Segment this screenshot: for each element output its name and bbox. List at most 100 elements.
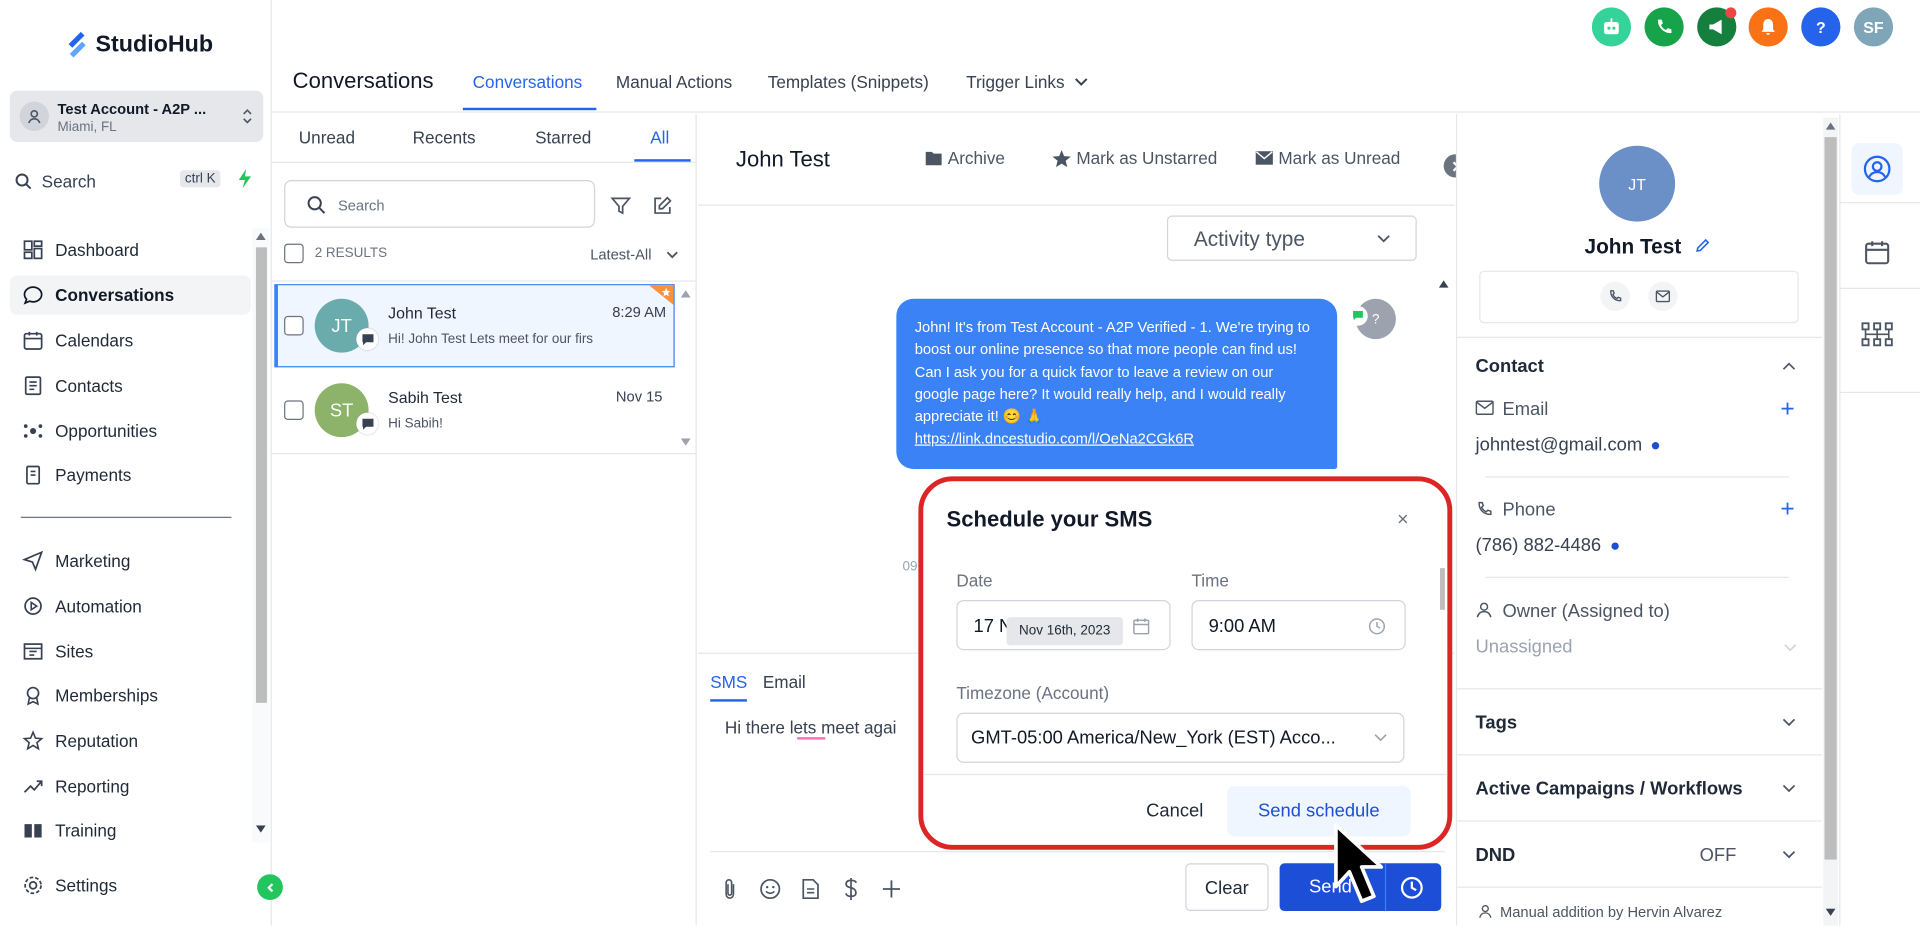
phone-call-button[interactable]	[1644, 7, 1684, 47]
ai-bot-button[interactable]	[1591, 7, 1632, 47]
email-button[interactable]	[1648, 281, 1678, 312]
close-icon[interactable]: ×	[1397, 509, 1408, 531]
sidebar-item-opportunities[interactable]: Opportunities	[10, 411, 251, 450]
clear-button[interactable]: Clear	[1185, 863, 1269, 912]
time-input[interactable]: 9:00 AM	[1191, 600, 1406, 651]
filter-unread[interactable]: Unread	[299, 127, 355, 147]
search-label: Search	[41, 171, 96, 192]
mouse-cursor-icon	[1334, 823, 1384, 904]
add-email-button[interactable]: +	[1780, 397, 1794, 421]
user-avatar[interactable]: SF	[1853, 7, 1894, 47]
dnd-section[interactable]: DND	[1476, 845, 1516, 866]
scroll-up-icon[interactable]	[1438, 280, 1449, 288]
composer-textarea[interactable]: Hi there lets meet agai	[725, 718, 897, 738]
mark-unstarred-label: Mark as Unstarred	[1076, 148, 1218, 168]
owner-select[interactable]: Unassigned	[1476, 637, 1800, 664]
add-phone-button[interactable]: +	[1780, 497, 1794, 521]
tab-manual-actions[interactable]: Manual Actions	[616, 72, 732, 92]
sidebar-item-dashboard[interactable]: Dashboard	[10, 230, 251, 269]
app-logo[interactable]: StudioHub	[64, 29, 213, 61]
phone-value[interactable]: (786) 882-4486	[1476, 535, 1619, 556]
attachment-icon[interactable]	[718, 877, 742, 901]
scroll-up-icon[interactable]	[680, 290, 691, 298]
sidebar-item-reputation[interactable]: Reputation	[10, 721, 251, 760]
sidebar-item-calendars[interactable]: Calendars	[10, 321, 251, 360]
tab-conversations[interactable]: Conversations	[473, 72, 583, 92]
dollar-icon[interactable]	[839, 877, 863, 901]
scroll-up-icon[interactable]	[1825, 122, 1836, 130]
emoji-icon[interactable]	[758, 877, 782, 901]
activity-type-dropdown[interactable]: Activity type	[1166, 215, 1417, 261]
email-value[interactable]: johntest@gmail.com	[1476, 435, 1660, 456]
conversation-checkbox[interactable]	[284, 315, 304, 336]
sidebar-scrollbar[interactable]	[252, 227, 270, 843]
sort-label: Latest-All	[590, 246, 652, 264]
chevron-up-icon[interactable]	[1782, 361, 1797, 371]
chevron-down-icon[interactable]	[1782, 850, 1797, 860]
compose-icon[interactable]	[651, 195, 673, 217]
conversation-search-input[interactable]: Search	[284, 180, 596, 228]
global-search[interactable]: Search ctrl K	[15, 168, 260, 195]
active-filter-indicator	[634, 159, 691, 162]
filter-recents[interactable]: Recents	[413, 127, 476, 147]
tab-templates[interactable]: Templates (Snippets)	[768, 72, 929, 92]
announcements-button[interactable]	[1697, 7, 1737, 47]
composer-tab-sms[interactable]: SMS	[710, 672, 747, 692]
account-switcher[interactable]: Test Account - A2P ... Miami, FL	[9, 90, 264, 143]
filter-icon[interactable]	[610, 195, 632, 217]
schedule-clock-icon[interactable]	[1400, 876, 1424, 900]
sort-dropdown[interactable]: Latest-All	[590, 246, 678, 263]
notification-dot	[1725, 7, 1737, 19]
plus-icon[interactable]	[879, 877, 903, 901]
scroll-down-icon[interactable]	[680, 438, 691, 446]
tab-trigger-links[interactable]: Trigger Links	[966, 72, 1089, 92]
sidebar-item-contacts[interactable]: Contacts	[10, 366, 251, 405]
scrollbar-thumb[interactable]	[1824, 137, 1837, 860]
message-link[interactable]: https://link.dncestudio.com/l/OeNa2CGk6R	[915, 430, 1194, 447]
chevron-down-icon[interactable]	[1782, 718, 1797, 728]
contact-quick-actions	[1479, 270, 1799, 324]
scroll-up-icon[interactable]	[255, 232, 266, 241]
contact-scrollbar[interactable]	[1823, 117, 1838, 926]
sidebar-item-settings[interactable]: Settings	[10, 866, 251, 905]
composer-tab-indicator	[710, 699, 747, 702]
composer-tab-email[interactable]: Email	[763, 672, 806, 692]
chevron-down-icon	[1374, 734, 1387, 742]
rail-contact-button[interactable]	[1851, 143, 1903, 195]
phone-icon	[1478, 501, 1492, 516]
mark-unread-button[interactable]: Mark as Unread	[1255, 148, 1400, 168]
chevron-down-icon[interactable]	[1782, 784, 1797, 794]
quick-action-bolt-icon[interactable]	[236, 168, 253, 190]
select-all-checkbox[interactable]	[284, 243, 304, 264]
sidebar-item-automation[interactable]: Automation	[10, 587, 251, 626]
notifications-button[interactable]	[1748, 7, 1788, 47]
sidebar-item-conversations[interactable]: Conversations	[9, 275, 252, 315]
campaigns-section[interactable]: Active Campaigns / Workflows	[1476, 779, 1743, 800]
sidebar-item-sites[interactable]: Sites	[10, 632, 251, 671]
sidebar-item-payments[interactable]: Payments	[10, 456, 251, 495]
conversation-checkbox[interactable]	[284, 400, 304, 421]
timezone-select[interactable]: GMT-05:00 America/New_York (EST) Acco...	[956, 712, 1405, 763]
archive-button[interactable]: Archive	[924, 148, 1005, 168]
conversation-list-panel	[272, 113, 697, 926]
rail-calendar-button[interactable]	[1851, 227, 1902, 278]
rail-workflow-button[interactable]	[1851, 309, 1902, 360]
modal-scrollbar[interactable]	[1440, 568, 1445, 610]
tags-section[interactable]: Tags	[1476, 713, 1518, 734]
sidebar-item-reporting[interactable]: Reporting	[10, 767, 251, 806]
filter-starred[interactable]: Starred	[535, 127, 591, 147]
sidebar-item-memberships[interactable]: Memberships	[10, 676, 251, 715]
call-button[interactable]	[1600, 281, 1630, 312]
pencil-icon[interactable]	[1695, 238, 1711, 254]
scroll-down-icon[interactable]	[1825, 908, 1836, 916]
filter-all[interactable]: All	[650, 127, 669, 147]
section-divider	[1455, 886, 1823, 888]
sidebar-item-marketing[interactable]: Marketing	[10, 541, 251, 580]
scroll-down-icon[interactable]	[255, 825, 266, 833]
scrollbar-thumb[interactable]	[255, 247, 267, 703]
template-icon[interactable]	[798, 877, 822, 901]
cancel-button[interactable]: Cancel	[1146, 801, 1203, 822]
help-button[interactable]: ?	[1801, 7, 1841, 47]
mark-unstarred-button[interactable]: Mark as Unstarred	[1052, 148, 1217, 168]
sidebar-item-training[interactable]: Training	[10, 811, 251, 850]
